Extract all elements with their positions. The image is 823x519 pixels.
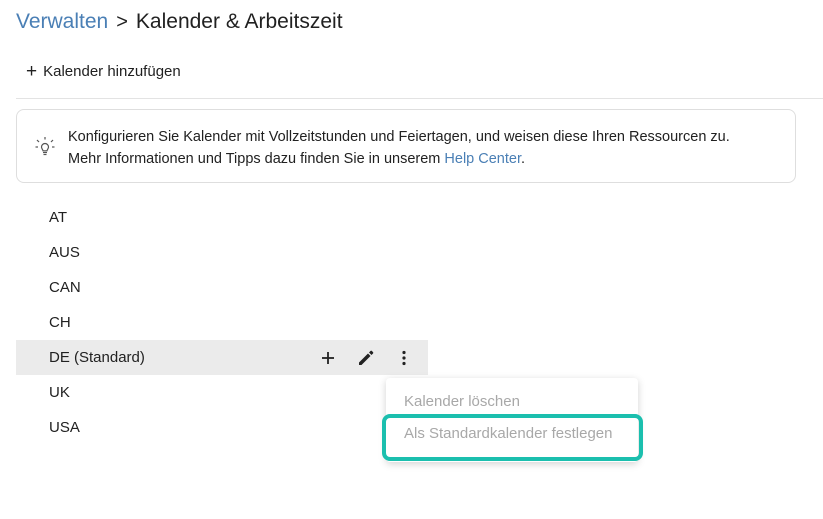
page-title: Kalender & Arbeitszeit <box>135 10 343 33</box>
calendar-name: AUS <box>49 244 80 261</box>
calendar-row-de[interactable]: DE (Standard) <box>16 340 428 375</box>
help-center-link[interactable]: Help Center <box>444 151 521 167</box>
calendar-row-aus[interactable]: AUS <box>16 235 428 270</box>
divider <box>16 98 823 99</box>
info-line-2-suffix: . <box>521 151 526 167</box>
calendar-name: AT <box>49 209 68 226</box>
calendar-name: UK <box>49 384 70 401</box>
info-line-2-prefix: Mehr Informationen und Tipps dazu finden… <box>68 151 445 167</box>
row-actions <box>316 340 416 375</box>
add-calendar-label: Kalender hinzufügen <box>43 63 181 80</box>
calendar-name: CAN <box>49 279 81 296</box>
calendar-name: USA <box>49 419 80 436</box>
info-box: Konfigurieren Sie Kalender mit Vollzeits… <box>16 109 796 183</box>
calendar-name: CH <box>49 314 71 331</box>
calendar-list: AT AUS CAN CH DE (Standard) UK USA <box>16 200 428 445</box>
calendar-row-usa[interactable]: USA <box>16 410 428 445</box>
plus-icon[interactable] <box>316 346 340 370</box>
breadcrumb-link-verwalten[interactable]: Verwalten <box>16 10 108 34</box>
more-vertical-icon[interactable] <box>392 346 416 370</box>
calendar-row-at[interactable]: AT <box>16 200 428 235</box>
plus-icon: + <box>26 61 38 82</box>
info-line-1: Konfigurieren Sie Kalender mit Vollzeits… <box>68 129 730 145</box>
highlight-frame <box>382 414 643 461</box>
add-calendar-button[interactable]: + Kalender hinzufügen <box>26 62 181 81</box>
calendar-row-ch[interactable]: CH <box>16 305 428 340</box>
info-line-2: Mehr Informationen und Tipps dazu finden… <box>68 148 785 170</box>
calendar-row-can[interactable]: CAN <box>16 270 428 305</box>
breadcrumb-separator: > <box>116 10 128 33</box>
calendar-row-uk[interactable]: UK <box>16 375 428 410</box>
calendar-name: DE (Standard) <box>49 349 145 366</box>
lightbulb-icon <box>35 136 55 163</box>
breadcrumb: Verwalten > Kalender & Arbeitszeit <box>16 10 343 34</box>
info-text: Konfigurieren Sie Kalender mit Vollzeits… <box>68 126 785 170</box>
menu-item-delete-calendar[interactable]: Kalender löschen <box>404 393 520 410</box>
pencil-icon[interactable] <box>354 346 378 370</box>
